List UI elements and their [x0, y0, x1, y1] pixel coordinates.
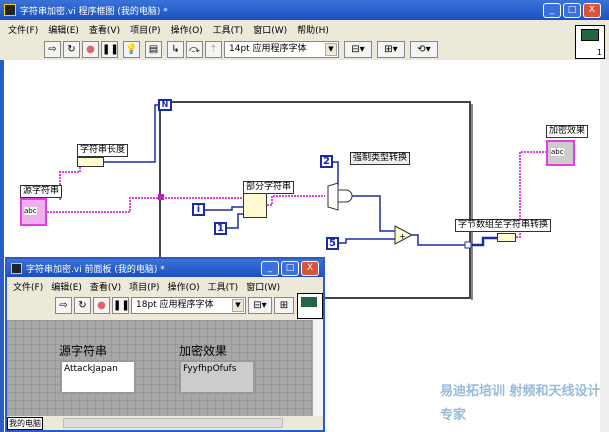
- fp-close-button[interactable]: X: [301, 260, 319, 276]
- encrypted-label: 加密效果: [546, 125, 589, 138]
- fp-maximize-button[interactable]: □: [281, 260, 299, 276]
- loop-count-terminal[interactable]: N: [158, 99, 172, 111]
- fp-menu-file[interactable]: 文件(F): [13, 280, 43, 293]
- front-panel-canvas[interactable]: 源字符串 AttackJapan 加密效果 FyyfhpOfufs: [7, 320, 313, 416]
- fp-horizontal-scrollbar[interactable]: [63, 418, 283, 428]
- fp-menu-bar: 文件(F) 编辑(E) 查看(V) 项目(P) 操作(O) 工具(T) 窗口(W…: [7, 277, 323, 295]
- byte-to-string-label: 字节数组至字符串转换: [455, 219, 552, 232]
- loop-tunnel-out: [464, 241, 472, 249]
- source-string-label: 源字符串: [20, 185, 63, 198]
- fp-window-title: 字符串加密.vi 前面板 (我的电脑) *: [26, 264, 165, 275]
- fp-menu-window[interactable]: 窗口(W): [246, 280, 280, 293]
- fp-toolbar: ⇨ ↻ ● ❚❚ 18pt 应用程序字体 ▼ ⊟▾ ⊞: [7, 295, 323, 315]
- constant-1[interactable]: 1: [214, 222, 227, 235]
- context-label: 我的电脑: [7, 416, 43, 430]
- type-cast-node: [327, 182, 353, 211]
- terminal-text: abc: [24, 207, 37, 215]
- encrypted-indicator-label: 加密效果: [179, 344, 228, 358]
- loop-tunnel-in: [158, 194, 164, 200]
- align-objects-icon[interactable]: ⊟▾: [248, 296, 272, 314]
- fp-menu-tools[interactable]: 工具(T): [208, 280, 239, 293]
- fp-menu-operate[interactable]: 操作(O): [168, 280, 200, 293]
- fp-menu-edit[interactable]: 编辑(E): [51, 280, 82, 293]
- loop-index-terminal[interactable]: i: [192, 203, 205, 216]
- run-arrow-icon[interactable]: ⇨: [55, 296, 72, 314]
- svg-text:+: +: [399, 232, 406, 241]
- type-cast-label: 强制类型转换: [350, 152, 411, 165]
- source-string-control-label: 源字符串: [59, 344, 108, 358]
- pause-icon[interactable]: ❚❚: [112, 296, 130, 314]
- fp-menu-view[interactable]: 查看(V): [90, 280, 121, 293]
- watermark-logo: 易迪拓培训 射频和天线设计专家: [440, 380, 605, 428]
- labview-icon: [11, 262, 22, 274]
- fp-menu-project[interactable]: 项目(P): [129, 280, 159, 293]
- run-continuous-icon[interactable]: ↻: [74, 296, 91, 314]
- terminal-text: abc: [551, 148, 564, 156]
- fp-minimize-button[interactable]: _: [261, 260, 279, 276]
- encrypted-indicator: FyyfhpOfufs: [179, 360, 255, 394]
- constant-2[interactable]: 2: [320, 155, 333, 168]
- substring-node[interactable]: [243, 193, 267, 218]
- fp-vi-icon[interactable]: [297, 293, 323, 319]
- abort-icon[interactable]: ●: [93, 296, 110, 314]
- fp-status-bar: 我的电脑: [7, 416, 323, 430]
- source-string-terminal[interactable]: abc: [20, 198, 47, 226]
- string-length-label: 字符串长度: [77, 144, 129, 157]
- fp-font-select[interactable]: 18pt 应用程序字体 ▼: [131, 296, 246, 314]
- string-length-node[interactable]: [77, 157, 104, 167]
- watermark-text: 易迪拓培训 射频和天线设计专家: [440, 384, 601, 423]
- distribute-objects-icon[interactable]: ⊞: [274, 296, 294, 314]
- source-string-input[interactable]: AttackJapan: [60, 360, 136, 394]
- front-panel-window: 字符串加密.vi 前面板 (我的电脑) * _ □ X 文件(F) 编辑(E) …: [5, 257, 325, 432]
- constant-5[interactable]: 5: [326, 237, 339, 250]
- fp-vertical-scrollbar[interactable]: [313, 320, 323, 416]
- fp-title-bar: 字符串加密.vi 前面板 (我的电脑) * _ □ X: [7, 259, 323, 277]
- byte-to-string-node[interactable]: [497, 233, 516, 242]
- fp-font-select-value: 18pt 应用程序字体: [136, 299, 214, 310]
- encrypted-terminal[interactable]: abc: [546, 140, 575, 166]
- chevron-down-icon: ▼: [232, 298, 244, 312]
